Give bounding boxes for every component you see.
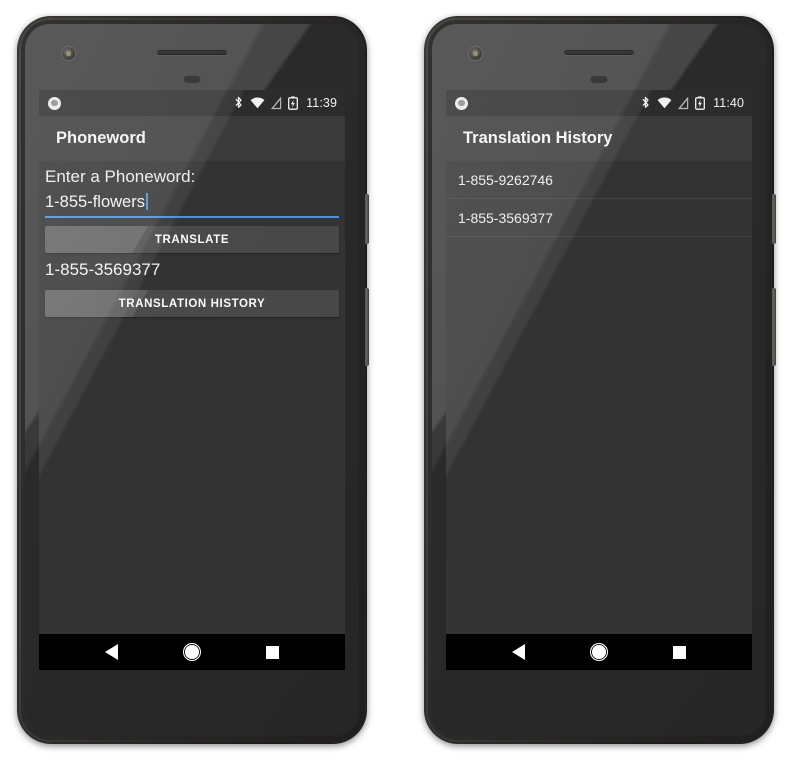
phoneword-input-value: 1-855-flowers <box>45 193 145 211</box>
volume-button[interactable] <box>365 288 369 366</box>
wifi-icon <box>250 97 265 109</box>
phone2-app-title: Translation History <box>463 129 613 147</box>
front-camera-icon <box>62 47 75 60</box>
battery-charging-icon <box>695 96 706 110</box>
translation-result: 1-855-3569377 <box>45 260 161 279</box>
phoneword-input[interactable]: 1-855-flowers <box>45 193 339 218</box>
phone1-content: Enter a Phoneword: 1-855-flowers TRANSLA… <box>39 161 345 670</box>
notification-dot-icon <box>48 96 61 110</box>
earpiece-speaker <box>564 50 634 55</box>
notification-dot-icon <box>455 96 468 110</box>
translation-history-button[interactable]: TRANSLATION HISTORY <box>45 290 339 317</box>
earpiece-speaker <box>157 50 227 55</box>
phone1-status-bar: 11:39 <box>39 90 345 116</box>
recents-icon[interactable] <box>672 645 686 659</box>
volume-button[interactable] <box>772 288 776 366</box>
phone-glass-panel: 11:39 Phoneword Enter a Phoneword: 1-855… <box>25 24 359 736</box>
phone2-status-bar: 11:40 <box>446 90 752 116</box>
phone1-status-time: 11:39 <box>306 96 337 110</box>
list-item[interactable]: 1-855-9262746 <box>446 161 752 199</box>
list-item-label: 1-855-9262746 <box>458 171 553 188</box>
phone1-navigation-bar <box>39 634 345 670</box>
translate-button[interactable]: TRANSLATE <box>45 226 339 253</box>
phone1-status-icons: 11:39 <box>233 96 337 110</box>
phone-glass-panel: 11:40 Translation History 1-855-9262746 … <box>432 24 766 736</box>
text-caret <box>145 193 148 210</box>
phone-device-translation-history: 11:40 Translation History 1-855-9262746 … <box>424 16 776 744</box>
battery-charging-icon <box>288 96 299 110</box>
home-icon[interactable] <box>182 643 201 661</box>
translation-history-list: 1-855-9262746 1-855-3569377 <box>446 161 752 237</box>
proximity-sensor <box>590 76 608 83</box>
home-icon[interactable] <box>589 643 608 661</box>
list-item-label: 1-855-3569377 <box>458 209 553 226</box>
back-icon[interactable] <box>105 644 119 660</box>
recents-icon[interactable] <box>265 645 279 659</box>
power-button[interactable] <box>772 194 776 244</box>
no-signal-icon <box>271 96 282 109</box>
phone2-status-icons: 11:40 <box>640 96 744 110</box>
phoneword-field-label: Enter a Phoneword: <box>45 167 196 186</box>
proximity-sensor <box>183 76 201 83</box>
back-icon[interactable] <box>512 644 526 660</box>
bluetooth-icon <box>235 96 242 108</box>
phone2-action-bar: Translation History <box>446 116 752 161</box>
phone1-app-title: Phoneword <box>56 129 146 147</box>
phone2-content: 1-855-9262746 1-855-3569377 <box>446 161 752 670</box>
phone1-screen: 11:39 Phoneword Enter a Phoneword: 1-855… <box>39 90 345 670</box>
power-button[interactable] <box>365 194 369 244</box>
list-item[interactable]: 1-855-3569377 <box>446 199 752 237</box>
phone2-navigation-bar <box>446 634 752 670</box>
phone1-action-bar: Phoneword <box>39 116 345 161</box>
phone2-screen: 11:40 Translation History 1-855-9262746 … <box>446 90 752 670</box>
wifi-icon <box>657 97 672 109</box>
front-camera-icon <box>469 47 482 60</box>
phone-device-phoneword: 11:39 Phoneword Enter a Phoneword: 1-855… <box>17 16 369 744</box>
phone2-status-time: 11:40 <box>713 96 744 110</box>
bluetooth-icon <box>642 96 649 108</box>
no-signal-icon <box>678 96 689 109</box>
